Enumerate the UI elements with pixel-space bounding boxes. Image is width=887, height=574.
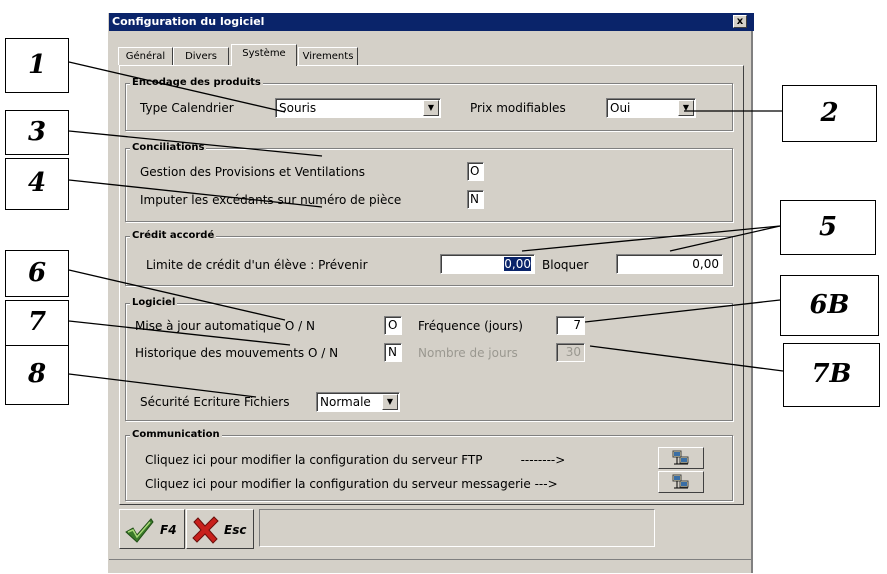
type-calendrier-select[interactable]: Souris ▼ [275, 98, 441, 118]
group-logiciel-title: Logiciel [130, 297, 178, 309]
message-area [259, 509, 655, 547]
imputer-excedants-field[interactable]: N [467, 190, 484, 209]
group-communication-title: Communication [130, 429, 222, 441]
securite-select[interactable]: Normale ▼ [316, 392, 400, 412]
tab-virements[interactable]: Virements [298, 47, 358, 65]
chevron-down-icon[interactable]: ▼ [678, 100, 694, 116]
prix-modifiables-label: Prix modifiables [470, 101, 566, 115]
ftp-config-button[interactable] [658, 447, 704, 469]
frequence-field[interactable]: 7 [556, 316, 585, 335]
callout-5: 5 [780, 200, 876, 255]
group-conciliations [125, 148, 733, 222]
nombre-jours-label: Nombre de jours [418, 346, 518, 360]
maj-auto-field[interactable]: O [384, 316, 402, 335]
bloquer-label: Bloquer [542, 258, 589, 272]
network-computers-icon [672, 474, 689, 489]
tab-panel-systeme: Encodage des produits Type Calendrier So… [119, 65, 744, 505]
config-dialog: Configuration du logiciel x Général Dive… [108, 13, 754, 574]
historique-field[interactable]: N [384, 343, 402, 362]
callout-6b: 6B [780, 275, 879, 336]
ftp-config-label: Cliquez ici pour modifier la configurati… [145, 453, 566, 467]
imputer-excedants-label: Imputer les excédants sur numéro de pièc… [140, 193, 402, 207]
group-conciliations-title: Conciliations [130, 142, 207, 154]
status-bar [109, 559, 752, 574]
chevron-down-icon[interactable]: ▼ [423, 100, 439, 116]
type-calendrier-label: Type Calendrier [140, 101, 234, 115]
bottom-bar: F4 Esc [119, 509, 744, 553]
gestion-provisions-label: Gestion des Provisions et Ventilations [140, 165, 366, 179]
group-credit-title: Crédit accordé [130, 230, 217, 242]
window-title: Configuration du logiciel [112, 15, 265, 28]
title-bar[interactable]: Configuration du logiciel [109, 13, 754, 31]
securite-label: Sécurité Ecriture Fichiers [140, 395, 290, 409]
tab-systeme[interactable]: Système [231, 44, 297, 66]
callout-6: 6 [5, 250, 69, 297]
tab-general[interactable]: Général [118, 47, 173, 65]
gestion-provisions-field[interactable]: O [467, 162, 484, 181]
limite-credit-label: Limite de crédit d'un élève : Prévenir [146, 258, 368, 272]
network-computers-icon [672, 450, 689, 465]
type-calendrier-value: Souris [279, 101, 317, 115]
cross-icon [192, 516, 219, 544]
callout-1: 1 [5, 38, 69, 93]
callout-2: 2 [782, 85, 877, 142]
close-button[interactable]: x [733, 15, 747, 28]
bloquer-field[interactable]: 0,00 [616, 254, 723, 274]
historique-label: Historique des mouvements O / N [135, 346, 339, 360]
securite-value: Normale [320, 395, 371, 409]
tab-divers[interactable]: Divers [173, 47, 229, 65]
ok-key-label: F4 [160, 523, 177, 537]
callout-8: 8 [5, 345, 69, 405]
group-encodage-title: Encodage des produits [130, 77, 263, 89]
callout-7b: 7B [783, 343, 880, 407]
maj-auto-label: Mise à jour automatique O / N [135, 319, 315, 333]
prix-modifiables-select[interactable]: Oui ▼ [606, 98, 696, 118]
prevenir-value: 0,00 [504, 257, 531, 271]
mail-config-button[interactable] [658, 471, 704, 493]
callout-7: 7 [5, 300, 69, 346]
frequence-label: Fréquence (jours) [418, 319, 523, 333]
prevenir-field[interactable]: 0,00 [440, 254, 535, 274]
cancel-key-label: Esc [224, 523, 247, 537]
prix-modifiables-value: Oui [610, 101, 631, 115]
mail-config-label: Cliquez ici pour modifier la configurati… [145, 477, 558, 491]
callout-3: 3 [5, 110, 69, 155]
cancel-button[interactable]: Esc [186, 509, 254, 549]
callout-4: 4 [5, 158, 69, 210]
nombre-jours-field: 30 [556, 343, 585, 362]
check-icon [125, 518, 154, 543]
chevron-down-icon[interactable]: ▼ [382, 394, 398, 410]
ok-button[interactable]: F4 [119, 509, 185, 549]
